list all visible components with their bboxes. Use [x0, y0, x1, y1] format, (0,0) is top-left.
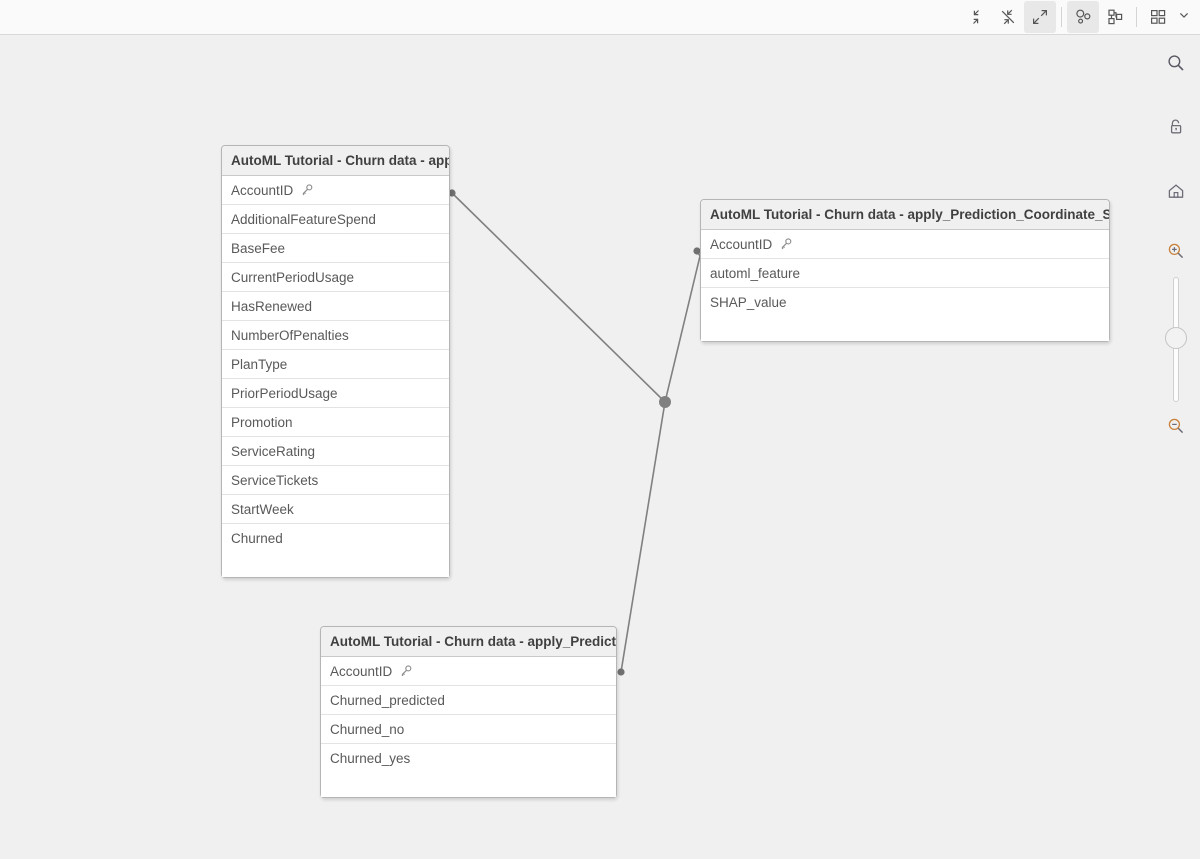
top-toolbar	[0, 0, 1200, 35]
table-empty-row	[701, 317, 1109, 341]
table-field-row[interactable]: NumberOfPenalties	[222, 321, 449, 350]
table-field-row[interactable]: Churned	[222, 524, 449, 553]
bubble-view-button[interactable]	[1067, 1, 1099, 33]
table-field-label: PlanType	[231, 356, 288, 372]
table-field-label: automl_feature	[710, 265, 801, 281]
table-field-row[interactable]: CurrentPeriodUsage	[222, 263, 449, 292]
table-field-row[interactable]: ServiceTickets	[222, 466, 449, 495]
table-field-row[interactable]: HasRenewed	[222, 292, 449, 321]
table-field-label: Churned	[231, 531, 283, 546]
layout-dropdown-caret[interactable]	[1174, 1, 1194, 33]
table-field-label: Churned_predicted	[330, 692, 445, 708]
table-field-label: Churned_no	[330, 721, 405, 737]
table-fields: AccountID automl_feature SHAP_value	[701, 230, 1109, 317]
collapse-selected-icon	[999, 8, 1017, 26]
grid-layout-icon	[1148, 7, 1168, 27]
table-empty-row	[321, 773, 616, 797]
table-field-label: SHAP_value	[710, 295, 787, 310]
zoom-out-button[interactable]	[1160, 412, 1192, 444]
table-field-row[interactable]: ServiceRating	[222, 437, 449, 466]
table-field-row[interactable]: automl_feature	[701, 259, 1109, 288]
toolbar-divider-1	[1061, 7, 1062, 27]
table-field-row[interactable]: AccountID	[321, 657, 616, 686]
table-field-label: NumberOfPenalties	[231, 327, 349, 343]
table-field-row[interactable]: PlanType	[222, 350, 449, 379]
collapse-all-icon	[967, 8, 985, 26]
table-field-row[interactable]: AccountID	[222, 176, 449, 205]
table-field-label: CurrentPeriodUsage	[231, 269, 355, 285]
zoom-slider-handle[interactable]	[1165, 327, 1187, 349]
table-empty-row	[222, 553, 449, 577]
table-field-label: HasRenewed	[231, 298, 313, 314]
primary-key-icon	[399, 664, 413, 678]
data-model-canvas[interactable]: AutoML Tutorial - Churn data - apply Acc…	[0, 35, 1200, 859]
table-field-label: AccountID	[710, 236, 773, 252]
table-prediction[interactable]: AutoML Tutorial - Churn data - apply_Pre…	[320, 626, 617, 798]
table-field-row[interactable]: PriorPeriodUsage	[222, 379, 449, 408]
table-field-label: ServiceRating	[231, 443, 316, 459]
table-field-row[interactable]: BaseFee	[222, 234, 449, 263]
table-field-row[interactable]: Churned_no	[321, 715, 616, 744]
table-field-label: Promotion	[231, 414, 293, 430]
zoom-out-icon	[1166, 416, 1186, 441]
table-field-label: AdditionalFeatureSpend	[231, 211, 376, 227]
table-title: AutoML Tutorial - Churn data - apply	[222, 146, 449, 176]
table-fields: AccountID Churned_predicted Churned_no Chur…	[321, 657, 616, 773]
unlock-icon	[1166, 117, 1186, 142]
table-field-label: StartWeek	[231, 501, 294, 517]
bubble-view-icon	[1073, 7, 1093, 27]
primary-key-icon	[300, 183, 314, 197]
search-button[interactable]	[1160, 49, 1192, 81]
zoom-slider[interactable]	[1165, 277, 1187, 402]
expand-all-button[interactable]	[1024, 1, 1056, 33]
table-fields: AccountID AdditionalFeatureSpend BaseFee Cu…	[222, 176, 449, 553]
toolbar-divider-2	[1136, 7, 1137, 27]
canvas-tools-rail	[1152, 35, 1200, 859]
table-field-label: PriorPeriodUsage	[231, 385, 338, 401]
table-shap[interactable]: AutoML Tutorial - Churn data - apply_Pre…	[700, 199, 1110, 342]
collapse-selected-button[interactable]	[992, 1, 1024, 33]
home-button[interactable]	[1160, 177, 1192, 209]
node-view-button[interactable]	[1099, 1, 1131, 33]
expand-all-icon	[1031, 8, 1049, 26]
table-title: AutoML Tutorial - Churn data - apply_Pre…	[701, 200, 1109, 230]
chevron-down-icon	[1178, 8, 1190, 26]
zoom-in-icon	[1166, 241, 1186, 266]
link-shap-to-junction	[664, 250, 701, 403]
table-field-row[interactable]: SHAP_value	[701, 288, 1109, 317]
table-field-label: AccountID	[330, 663, 393, 679]
table-title: AutoML Tutorial - Churn data - apply_Pre…	[321, 627, 616, 657]
unlock-button[interactable]	[1160, 113, 1192, 145]
association-junction-node	[659, 396, 671, 408]
table-field-row[interactable]: StartWeek	[222, 495, 449, 524]
table-churn-apply[interactable]: AutoML Tutorial - Churn data - apply Acc…	[221, 145, 450, 578]
table-field-row[interactable]: AccountID	[701, 230, 1109, 259]
table-field-label: BaseFee	[231, 240, 286, 256]
table-field-label: ServiceTickets	[231, 472, 319, 488]
primary-key-icon	[779, 237, 793, 251]
table-field-row[interactable]: Churned_yes	[321, 744, 616, 773]
link-prediction-to-junction	[620, 401, 666, 673]
table-field-row[interactable]: AdditionalFeatureSpend	[222, 205, 449, 234]
table-field-label: AccountID	[231, 182, 294, 198]
table-field-label: Churned_yes	[330, 751, 411, 766]
table-field-row[interactable]: Promotion	[222, 408, 449, 437]
endpoint-prediction	[617, 668, 625, 676]
home-icon	[1166, 181, 1186, 206]
link-apply-to-junction	[451, 192, 666, 403]
zoom-in-button[interactable]	[1160, 237, 1192, 269]
grid-layout-button[interactable]	[1142, 1, 1174, 33]
node-view-icon	[1105, 7, 1125, 27]
search-icon	[1166, 53, 1186, 78]
table-field-row[interactable]: Churned_predicted	[321, 686, 616, 715]
collapse-all-button[interactable]	[960, 1, 992, 33]
